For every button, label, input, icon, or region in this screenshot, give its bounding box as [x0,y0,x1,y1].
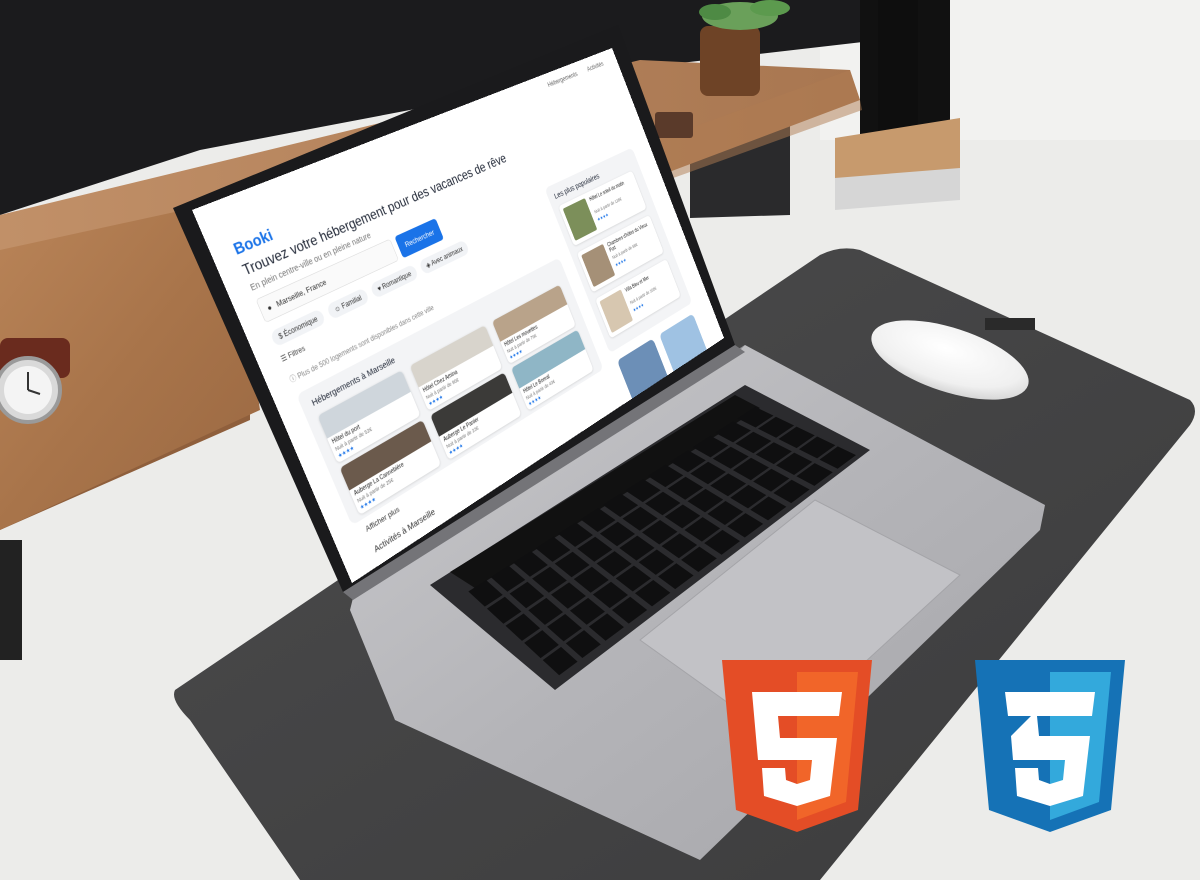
chip-label: Économique [282,314,319,338]
html5-logo [722,660,872,835]
chip-label: Familial [340,293,363,310]
popular-stars: ★★★★ [597,212,610,223]
popular-stars: ★★★★ [614,257,627,268]
desk-scene: Hébergements Activités Booki Trouvez vot… [0,0,1200,880]
location-icon: ● [266,302,274,313]
filters-text: Filtres [287,344,307,360]
nav-link-activities[interactable]: Activités [586,60,605,73]
chip-label: Romantique [381,270,413,291]
css3-logo [975,660,1125,835]
nav-link-accommodations[interactable]: Hébergements [546,70,578,89]
popular-stars: ★★★★ [632,302,644,313]
filters-label: ☰ Filtres [280,344,307,364]
chip-label: Avec animaux [430,245,464,267]
search-value: Marseille, France [275,277,328,308]
chip-familial[interactable]: ☺ Familial [326,287,370,320]
